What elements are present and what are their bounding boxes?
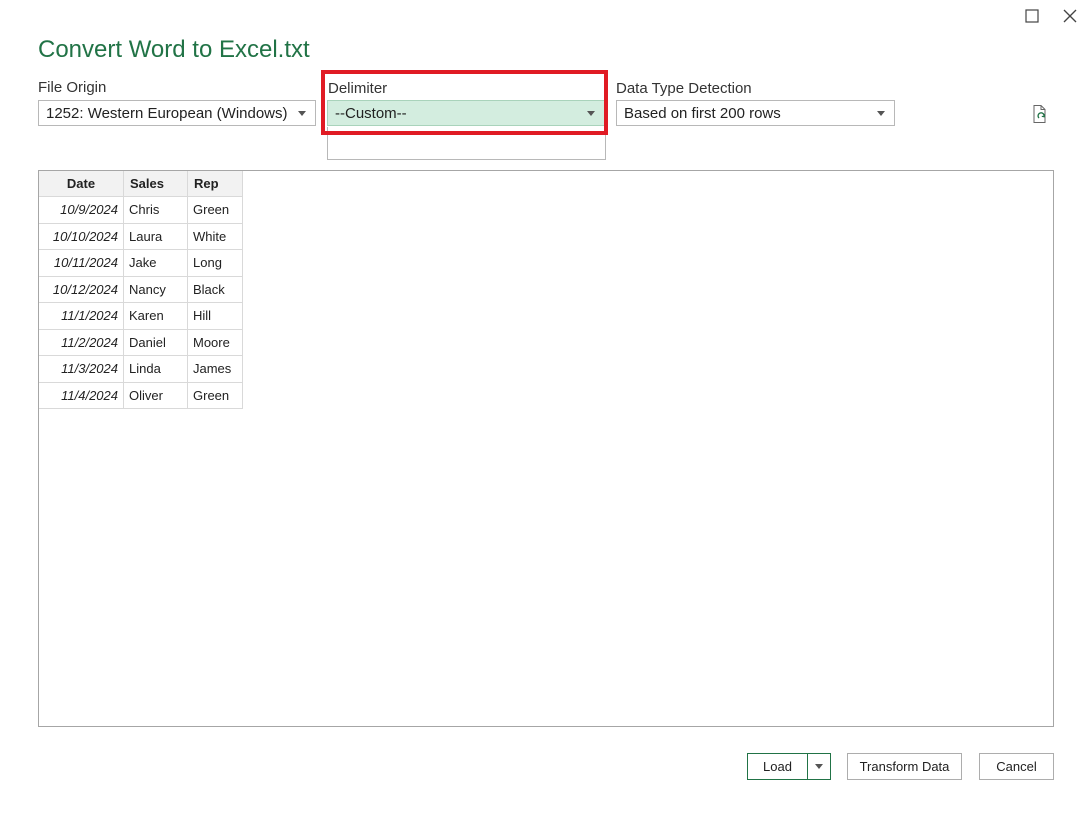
table-row: 11/2/2024 Daniel Moore (39, 328, 243, 356)
load-options-button[interactable] (808, 754, 830, 779)
header-row: Date Sales Rep (39, 171, 243, 197)
delimiter-select[interactable]: --Custom-- (327, 100, 605, 126)
data-type-detection-label: Data Type Detection (616, 80, 752, 97)
refresh-icon[interactable] (1030, 104, 1050, 124)
cell-date: 10/9/2024 (39, 196, 124, 224)
maximize-button[interactable] (1022, 6, 1042, 26)
delimiter-label: Delimiter (328, 80, 388, 97)
table-row: 11/4/2024 Oliver Green (39, 381, 243, 409)
column-header-sales: Sales (123, 171, 188, 197)
close-icon (1063, 9, 1077, 23)
file-origin-value: 1252: Western European (Windows) (46, 104, 288, 122)
chevron-down-icon (587, 111, 595, 116)
cell-sales: Chris (123, 196, 188, 224)
data-type-detection-value: Based on first 200 rows (624, 104, 781, 122)
preview-table: Date Sales Rep 10/9/2024 Chris Green 10/10/… (39, 171, 243, 409)
data-preview: Date Sales Rep 10/9/2024 Chris Green 10/10/… (38, 170, 1054, 727)
table-row: 10/11/2024 Jake Long (39, 249, 243, 277)
data-type-detection-select[interactable]: Based on first 200 rows (616, 100, 895, 126)
cell-sales: Daniel (123, 328, 188, 356)
file-origin-label: File Origin (38, 79, 107, 96)
load-button-group: Load (747, 753, 831, 780)
table-row: 10/12/2024 Nancy Black (39, 275, 243, 303)
cell-rep: Moore (187, 328, 243, 356)
dialog-title: Convert Word to Excel.txt (38, 36, 310, 63)
file-origin-select[interactable]: 1252: Western European (Windows) (38, 100, 316, 126)
cell-sales: Linda (123, 355, 188, 383)
chevron-down-icon (298, 111, 306, 116)
maximize-icon (1025, 9, 1039, 23)
cell-rep: Green (187, 381, 243, 409)
cell-date: 11/4/2024 (39, 381, 124, 409)
table-row: 10/9/2024 Chris Green (39, 196, 243, 224)
cell-sales: Jake (123, 249, 188, 277)
cancel-button[interactable]: Cancel (979, 753, 1054, 780)
load-button[interactable]: Load (748, 754, 808, 779)
chevron-down-icon (815, 764, 823, 769)
cell-sales: Laura (123, 222, 188, 250)
chevron-down-icon (877, 111, 885, 116)
cell-sales: Oliver (123, 381, 188, 409)
cell-rep: Long (187, 249, 243, 277)
cell-rep: Green (187, 196, 243, 224)
cell-date: 11/3/2024 (39, 355, 124, 383)
cell-sales: Nancy (123, 275, 188, 303)
custom-delimiter-input[interactable] (327, 127, 606, 160)
delimiter-value: --Custom-- (335, 104, 407, 122)
cell-sales: Karen (123, 302, 188, 330)
cell-rep: Hill (187, 302, 243, 330)
cell-date: 10/12/2024 (39, 275, 124, 303)
cell-rep: White (187, 222, 243, 250)
column-header-date: Date (39, 171, 124, 197)
cell-date: 10/10/2024 (39, 222, 124, 250)
cell-date: 11/2/2024 (39, 328, 124, 356)
close-button[interactable] (1060, 6, 1080, 26)
cell-rep: Black (187, 275, 243, 303)
cell-date: 10/11/2024 (39, 249, 124, 277)
import-dialog: Convert Word to Excel.txt File Origin 12… (0, 0, 1089, 819)
cell-date: 11/1/2024 (39, 302, 124, 330)
cell-rep: James (187, 355, 243, 383)
transform-data-button[interactable]: Transform Data (847, 753, 962, 780)
table-row: 10/10/2024 Laura White (39, 222, 243, 250)
column-header-rep: Rep (187, 171, 243, 197)
table-row: 11/3/2024 Linda James (39, 355, 243, 383)
table-row: 11/1/2024 Karen Hill (39, 302, 243, 330)
